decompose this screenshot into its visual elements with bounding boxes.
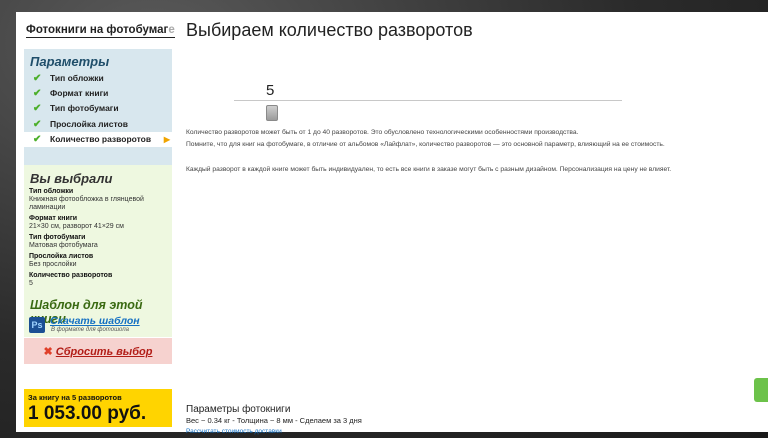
spreads-slider-handle[interactable] bbox=[266, 105, 278, 121]
spreads-slider-track[interactable] bbox=[234, 100, 622, 101]
param-item-paper[interactable]: ✔ Тип фотобумаги bbox=[24, 101, 172, 116]
reset-selection-button[interactable]: ✖ Сбросить выбор bbox=[24, 338, 172, 364]
next-button[interactable] bbox=[754, 378, 768, 402]
download-template-link[interactable]: Скачать шаблон bbox=[50, 315, 140, 327]
price-label: За книгу на 5 разворотов bbox=[28, 393, 122, 402]
page-title: Выбираем количество разворотов bbox=[186, 20, 473, 40]
param-item-interleaf[interactable]: ✔ Прослойка листов bbox=[24, 117, 172, 132]
check-icon: ✔ bbox=[33, 118, 42, 130]
parameters-panel: Параметры ✔ Тип обложки ✔ Формат книги ✔… bbox=[24, 49, 180, 165]
summary-interleaf: Прослойка листов Без прослойки bbox=[29, 253, 94, 268]
summary-paper: Тип фотобумаги Матовая фотобумага bbox=[29, 234, 98, 249]
info-text-personalization: Каждый разворот в каждой книге может быт… bbox=[186, 166, 672, 173]
selection-summary: Вы выбрали Тип обложки Книжная фотооблож… bbox=[24, 165, 172, 295]
info-text-range: Количество разворотов может быть от 1 до… bbox=[186, 129, 579, 136]
param-item-cover[interactable]: ✔ Тип обложки bbox=[24, 71, 172, 86]
parameters-title: Параметры bbox=[30, 54, 110, 69]
info-text-price: Помните, что для книг на фотобумаге, в о… bbox=[186, 141, 665, 148]
check-icon: ✔ bbox=[33, 88, 42, 100]
photoshop-icon: Ps bbox=[29, 317, 45, 333]
configurator-panel: Фотокниги на фотобумаге Параметры ✔ Тип … bbox=[16, 12, 768, 435]
download-template-subtitle: В формате для фотошопа bbox=[51, 327, 130, 333]
price-box: За книгу на 5 разворотов 1 053.00 руб. bbox=[24, 389, 172, 427]
summary-format: Формат книги 21×30 см, разворот 41×29 см bbox=[29, 215, 124, 230]
check-icon: ✔ bbox=[33, 133, 42, 145]
brand-link[interactable]: Фотокниги на фотобумаге bbox=[26, 24, 175, 38]
check-icon: ✔ bbox=[33, 73, 42, 84]
param-item-format[interactable]: ✔ Формат книги bbox=[24, 86, 172, 101]
arrow-right-icon: ▶ bbox=[163, 134, 170, 144]
book-params-details: Вес ~ 0.34 кг - Толщина ~ 8 мм - Сделаем… bbox=[186, 416, 362, 425]
check-icon: ✔ bbox=[33, 103, 42, 115]
close-icon: ✖ bbox=[43, 346, 53, 358]
book-params-title: Параметры фотокниги bbox=[186, 404, 291, 415]
summary-spreads: Количество разворотов 5 bbox=[29, 272, 113, 287]
param-item-spreads[interactable]: ✔ Количество разворотов ▶ bbox=[24, 131, 180, 147]
selection-title: Вы выбрали bbox=[30, 171, 113, 186]
price-value: 1 053.00 руб. bbox=[28, 403, 147, 424]
summary-cover: Тип обложки Книжная фотообложка в глянце… bbox=[29, 188, 144, 211]
slider-value: 5 bbox=[266, 82, 275, 99]
template-section: Шаблон для этой книги Ps Скачать шаблон … bbox=[24, 295, 172, 337]
reset-label: Сбросить выбор bbox=[55, 346, 153, 358]
delivery-cost-link[interactable]: Рассчитать стоимость доставки bbox=[186, 428, 282, 435]
